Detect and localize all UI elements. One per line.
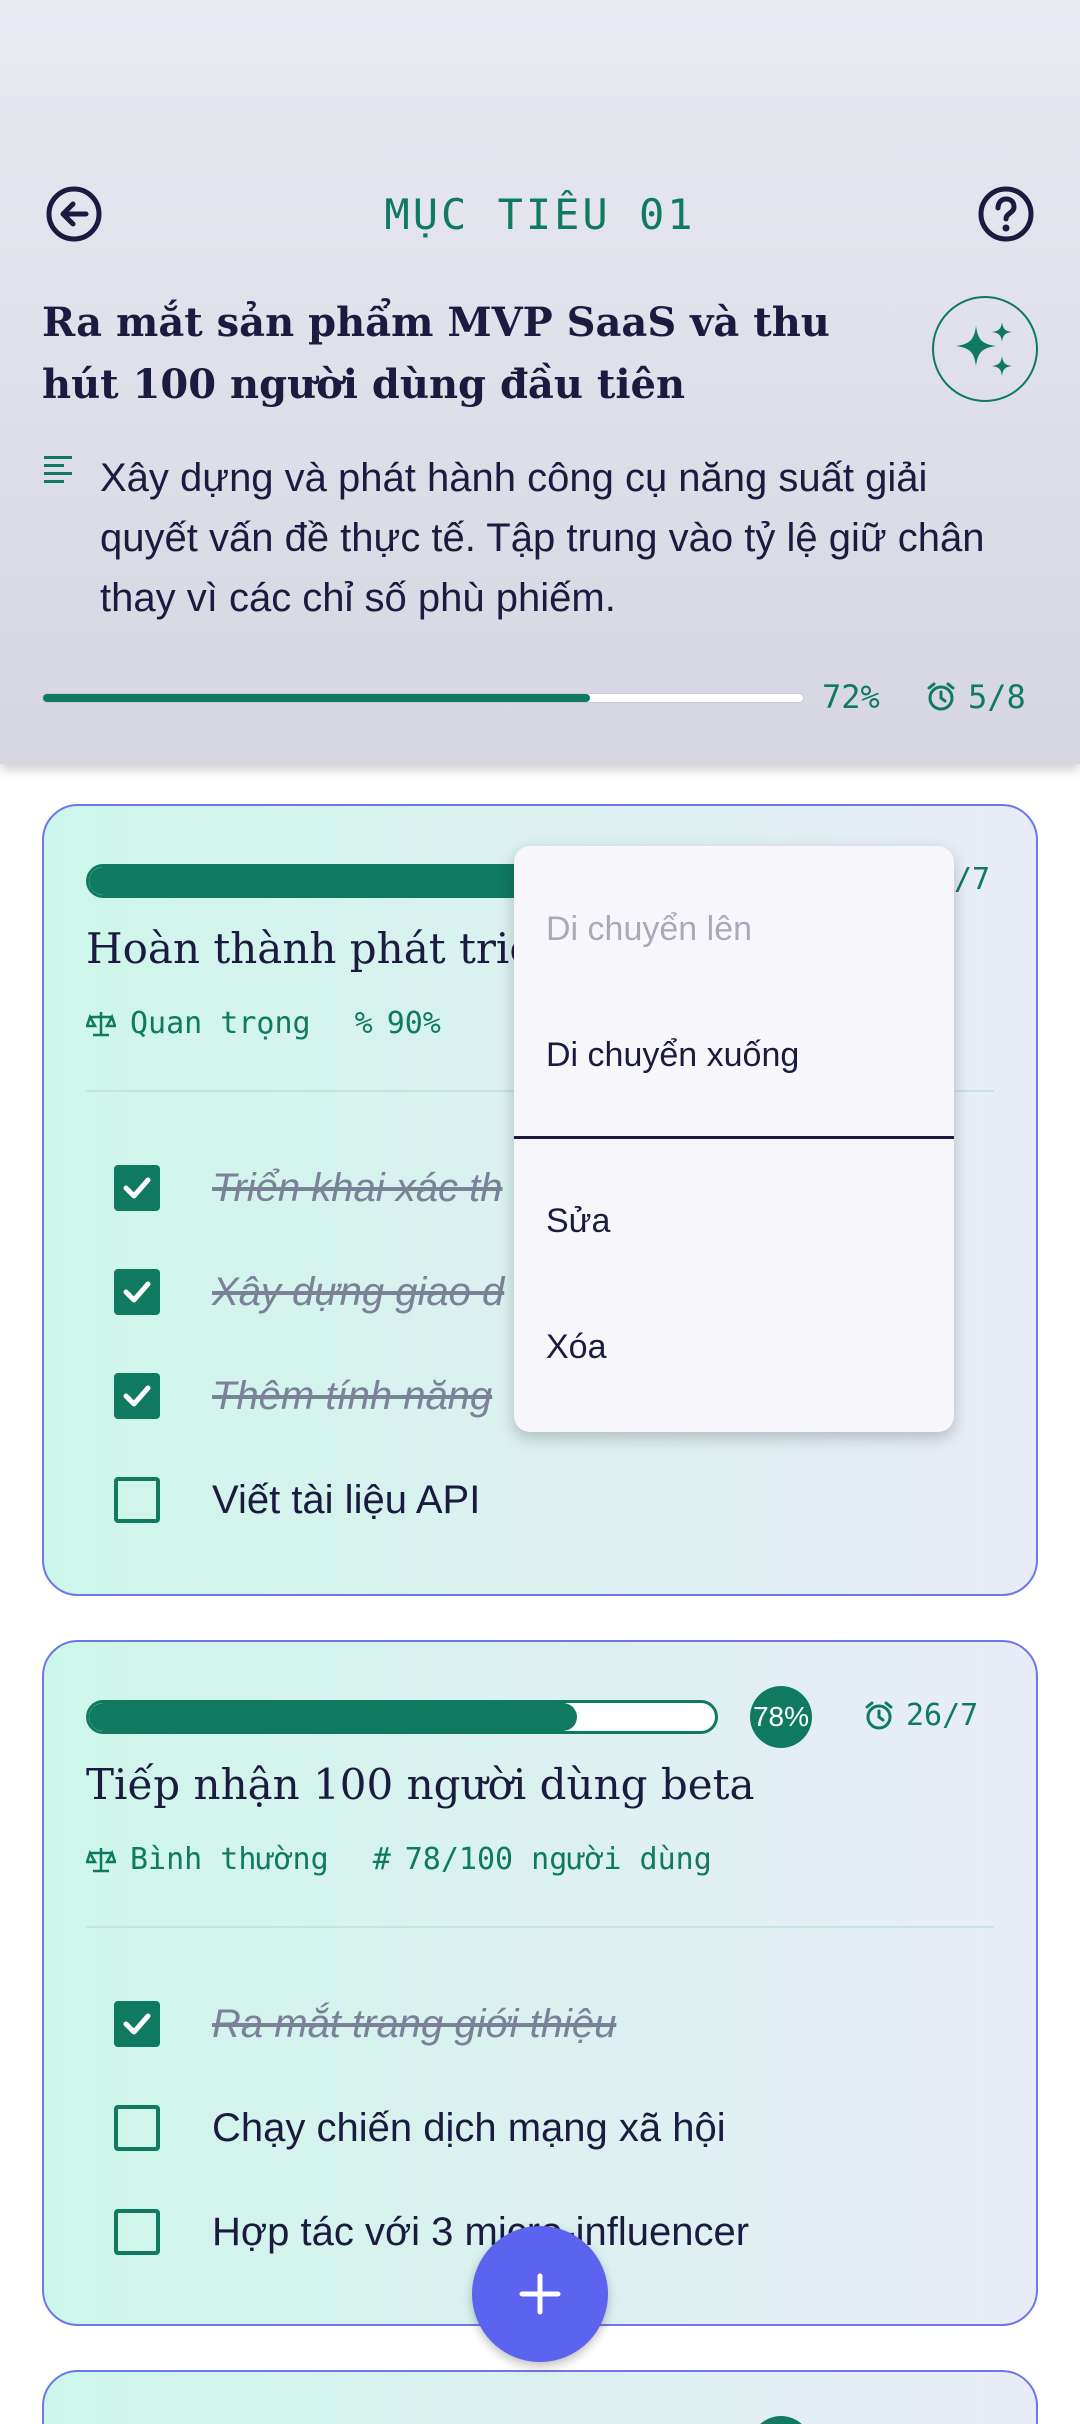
task-checkbox[interactable] <box>114 1477 160 1523</box>
goal-name: Ra mắt sản phẩm MVP SaaS và thu hút 100 … <box>42 299 830 408</box>
task-item[interactable]: Triển khai xác th <box>114 1158 503 1218</box>
card-progress-bar <box>86 1700 718 1734</box>
goal-progress-percent: 72% <box>822 678 880 716</box>
card-title: Hoàn thành phát triển <box>86 924 563 973</box>
card-percent-badge: 78% <box>750 1686 812 1748</box>
task-label: Viết tài liệu API <box>212 1477 481 1522</box>
menu-divider <box>514 1136 954 1139</box>
menu-delete[interactable]: Xóa <box>546 1328 607 1367</box>
key-result-card[interactable] <box>42 2370 1038 2424</box>
goal-description: Xây dựng và phát hành công cụ năng suất … <box>100 456 985 620</box>
plus-icon <box>519 2273 561 2315</box>
task-label: Hợp tác với 3 micro-influencer <box>212 2209 750 2254</box>
card-percent-badge <box>750 2416 812 2424</box>
priority-tag: Quan trọng <box>86 1006 311 1041</box>
card-deadline-value: 26/7 <box>906 1698 979 1733</box>
check-icon <box>123 2013 151 2035</box>
goal-task-count-value: 5/8 <box>968 678 1026 716</box>
priority-label: Bình thường <box>130 1842 329 1877</box>
hash-icon: # <box>372 1842 391 1877</box>
percent-icon: % <box>354 1006 373 1041</box>
task-item[interactable]: Chạy chiến dịch mạng xã hội <box>114 2098 726 2158</box>
metric-tag: % 90% <box>355 1006 441 1041</box>
task-item[interactable]: Hợp tác với 3 micro-influencer <box>114 2202 749 2262</box>
card-divider <box>86 1926 994 1928</box>
card-meta: Quan trọng % 90% <box>86 1006 485 1041</box>
task-checkbox[interactable] <box>114 2001 160 2047</box>
task-label: Chạy chiến dịch mạng xã hội <box>212 2105 726 2150</box>
task-label: Thêm tính năng <box>212 1373 493 1418</box>
menu-move-up: Di chuyển lên <box>546 910 753 948</box>
task-item[interactable]: Viết tài liệu API <box>114 1470 480 1530</box>
goal-progress-bar <box>42 693 804 703</box>
key-result-card[interactable]: 78% 26/7 Tiếp nhận 100 người dùng beta B… <box>42 1640 1038 2326</box>
help-button[interactable] <box>976 184 1036 244</box>
task-checkbox[interactable] <box>114 1165 160 1211</box>
help-circle-icon <box>978 186 1034 242</box>
check-icon <box>123 1177 151 1199</box>
card-context-menu: Di chuyển lên Di chuyển xuống Sửa Xóa <box>514 846 954 1432</box>
task-item[interactable]: Ra mắt trang giới thiệu <box>114 1994 616 2054</box>
task-label: Ra mắt trang giới thiệu <box>212 2001 617 2046</box>
task-checkbox[interactable] <box>114 1269 160 1315</box>
goal-task-count: 5/8 <box>926 678 1026 716</box>
metric-value: 90% <box>386 1006 441 1041</box>
task-label: Xây dựng giao d <box>212 1269 505 1314</box>
notes-icon <box>44 456 72 483</box>
goal-header: MỤC TIÊU 01 Ra mắt sản phẩm MVP SaaS và … <box>0 0 1080 764</box>
metric-value: 78/100 người dùng <box>404 1842 712 1877</box>
scale-icon <box>86 1011 116 1036</box>
check-icon <box>123 1385 151 1407</box>
card-deadline: 26/7 <box>864 1698 978 1733</box>
ai-assist-button[interactable] <box>932 296 1038 402</box>
card-title: Tiếp nhận 100 người dùng beta <box>86 1760 755 1809</box>
menu-edit[interactable]: Sửa <box>546 1202 610 1241</box>
sparkle-icon <box>956 322 1012 376</box>
scale-icon <box>86 1847 116 1872</box>
card-deadline: /7 <box>954 862 990 897</box>
task-item[interactable]: Xây dựng giao d <box>114 1262 504 1322</box>
task-checkbox[interactable] <box>114 2209 160 2255</box>
task-label: Triển khai xác th <box>212 1165 503 1210</box>
card-deadline-value: /7 <box>954 862 991 897</box>
alarm-icon <box>927 682 955 711</box>
task-checkbox[interactable] <box>114 1373 160 1419</box>
priority-label: Quan trọng <box>130 1006 311 1041</box>
alarm-icon <box>865 1701 893 1729</box>
priority-tag: Bình thường <box>86 1842 329 1877</box>
check-icon <box>123 1281 151 1303</box>
card-meta: Bình thường # 78/100 người dùng <box>86 1842 756 1877</box>
add-key-result-button[interactable] <box>472 2226 608 2362</box>
task-checkbox[interactable] <box>114 2105 160 2151</box>
task-item[interactable]: Thêm tính năng <box>114 1366 492 1426</box>
metric-tag: # 78/100 người dùng <box>373 1842 712 1877</box>
goal-label: MỤC TIÊU 01 <box>384 190 696 239</box>
menu-move-down[interactable]: Di chuyển xuống <box>546 1036 799 1075</box>
